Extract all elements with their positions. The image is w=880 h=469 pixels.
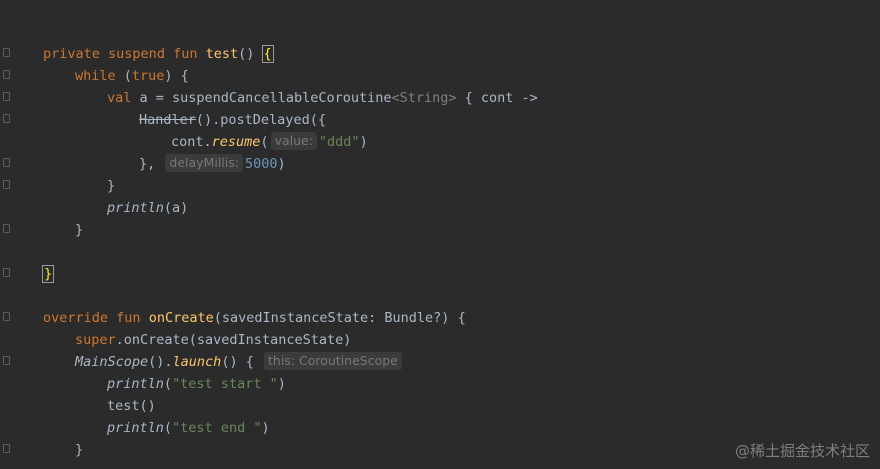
code-line[interactable]: test() [107,395,156,417]
code-text: ) { [164,68,189,84]
matched-brace: { [261,45,274,63]
code-text: cont. [171,134,212,150]
text-caret [272,45,274,61]
code-text: (). [148,354,173,370]
code-text: .onCreate(savedInstanceState) [115,332,352,348]
code-text: { [237,354,254,370]
function-name: onCreate [148,310,214,326]
code-line[interactable]: println("test end ") [107,417,270,439]
code-text: } [75,442,84,458]
code-text: ) [277,376,286,392]
keyword: private [43,46,100,62]
code-line[interactable]: MainScope().launch() { this: CoroutineSc… [75,351,404,373]
code-line[interactable]: Handler().postDelayed({ [139,109,326,131]
code-line[interactable]: println("test start ") [107,373,286,395]
type-argument: <String> [391,90,457,106]
code-text: ( [163,420,173,436]
fold-marker-icon[interactable] [3,158,10,167]
parameter-hint: value: [270,132,317,150]
matched-brace: } [41,265,55,283]
function-call: println [107,420,164,436]
code-text: ( [260,134,269,150]
code-line[interactable]: super.onCreate(savedInstanceState) [75,329,351,351]
code-line[interactable]: } [107,175,115,197]
function-call: resume [211,134,261,150]
code-text: ( [163,376,173,392]
code-text: test() [107,398,156,414]
code-text: ) [277,156,286,172]
string-literal: "ddd" [318,134,360,150]
code-line[interactable]: val a = suspendCancellableCoroutine<Stri… [107,87,538,109]
parameter-hint: delayMillis: [165,154,243,172]
fold-marker-icon[interactable] [3,48,10,57]
function-call: println [107,200,164,216]
keyword: super [75,332,116,348]
code-text: }, [139,156,156,172]
editor-gutter [0,0,18,469]
code-line[interactable]: cont.resume(value: "ddd") [171,131,368,153]
function-call: launch [172,354,222,370]
keyword: suspend [108,46,165,62]
code-text: ( [115,68,132,84]
fold-marker-icon[interactable] [3,356,10,365]
code-line[interactable]: } [75,439,83,461]
keyword: override [43,310,109,326]
fold-marker-icon[interactable] [3,114,10,123]
class-call: MainScope [75,354,149,370]
code-line[interactable]: } [41,263,55,285]
code-line[interactable]: private suspend fun test() { [43,43,274,65]
code-text: ().postDelayed({ [195,112,326,128]
code-text: } [107,178,116,194]
code-text: () [238,46,255,62]
function-name: test [205,46,239,62]
code-text: ) [359,134,368,150]
string-literal: "test end " [172,420,262,436]
code-editor[interactable]: private suspend fun test() { while (true… [0,0,880,469]
keyword: fun [116,310,141,326]
code-text: ) [261,420,270,436]
code-line[interactable]: }, delayMillis: 5000) [139,153,286,175]
code-text: a = suspendCancellableCoroutine [131,90,392,106]
watermark: @稀土掘金技术社区 [734,442,870,460]
code-line[interactable]: while (true) { [75,65,189,87]
fold-marker-icon[interactable] [3,224,10,233]
code-text: (a) [163,200,189,216]
keyword: fun [173,46,198,62]
number-literal: 5000 [244,156,278,172]
code-line[interactable]: } [75,219,83,241]
fold-marker-icon[interactable] [3,444,10,453]
string-literal: "test start " [172,376,278,392]
keyword: while [75,68,116,84]
code-line[interactable]: println(a) [107,197,188,219]
fold-marker-icon[interactable] [3,92,10,101]
code-text: } [75,222,84,238]
receiver-hint: this: CoroutineScope [264,352,402,370]
code-text: { cont -> [456,90,538,106]
fold-marker-icon[interactable] [3,312,10,321]
fold-marker-icon[interactable] [3,268,10,277]
code-text: () [221,354,238,370]
keyword: true [131,68,165,84]
fold-marker-icon[interactable] [3,70,10,79]
deprecated-class: Handler [139,112,196,128]
keyword: val [107,90,132,106]
code-text: (savedInstanceState: Bundle?) { [213,310,466,326]
fold-marker-icon[interactable] [3,180,10,189]
code-line[interactable]: override fun onCreate(savedInstanceState… [43,307,466,329]
function-call: println [107,376,164,392]
